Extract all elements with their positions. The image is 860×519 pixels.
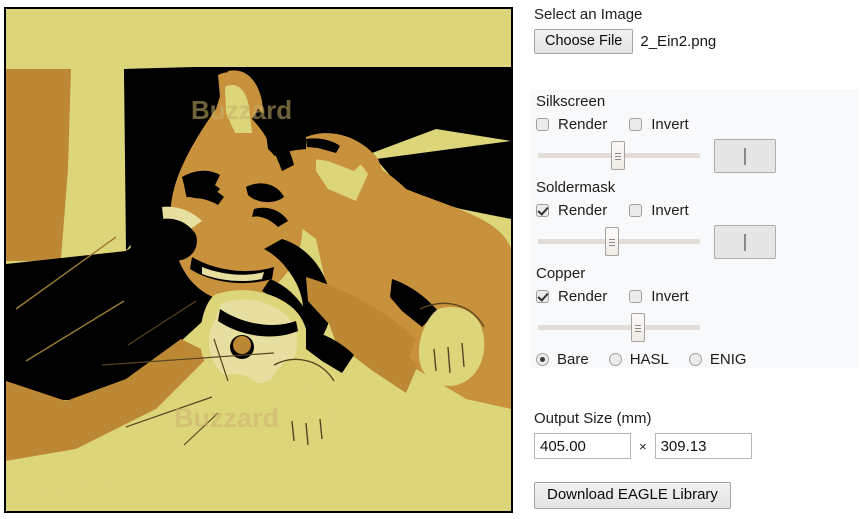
download-eagle-library-button[interactable]: Download EAGLE Library <box>534 482 731 509</box>
size-separator: × <box>639 438 647 454</box>
copper-slider-thumb[interactable] <box>631 313 645 342</box>
output-size-label: Output Size (mm) <box>534 410 652 427</box>
copper-finish-label-enig: ENIG <box>709 351 747 368</box>
silkscreen-render-label: Render <box>558 115 608 133</box>
soldermask-slider-track[interactable] <box>538 239 700 244</box>
selected-file-name: 2_Ein2.png <box>640 33 717 50</box>
silkscreen-color-button[interactable] <box>714 139 776 173</box>
copper-invert-checkbox[interactable] <box>629 289 643 303</box>
soldermask-color-button[interactable] <box>714 225 776 259</box>
layer-block-soldermask: Soldermask Render Invert <box>536 179 852 259</box>
select-image-label: Select an Image <box>534 6 643 23</box>
choose-file-button[interactable]: Choose File <box>534 29 634 54</box>
copper-finish-label-hasl: HASL <box>629 351 669 368</box>
pcb-preview-image[interactable]: Buzzard Buzzard <box>4 7 513 513</box>
preview-watermark-bottom: Buzzard <box>174 403 279 433</box>
silkscreen-color-swatch <box>744 147 746 165</box>
output-size-group: Output Size (mm) × <box>534 410 854 459</box>
copper-finish-radio-hasl[interactable] <box>608 353 622 366</box>
file-chooser-group: Select an Image Choose File 2_Ein2.png <box>534 6 854 54</box>
layer-settings-panel: Silkscreen Render Invert Soldermask Rend… <box>530 89 857 368</box>
output-width-input[interactable] <box>534 433 631 459</box>
copper-invert-label: Invert <box>651 287 689 305</box>
layer-block-silkscreen: Silkscreen Render Invert <box>536 93 852 173</box>
copper-options-row: Render Invert <box>536 286 852 306</box>
copper-finish-group: Bare HASL ENIG <box>536 351 852 368</box>
soldermask-render-checkbox[interactable] <box>536 203 549 217</box>
preview-watermark-top: Buzzard <box>191 95 292 125</box>
pcb-preview-canvas: Buzzard Buzzard <box>6 9 511 511</box>
copper-title: Copper <box>536 265 586 282</box>
file-input-row: Choose File 2_Ein2.png <box>534 29 854 54</box>
silkscreen-invert-checkbox[interactable] <box>629 117 643 131</box>
soldermask-invert-label: Invert <box>651 201 689 219</box>
layer-block-copper: Copper Render Invert Bare HASL ENIG <box>536 265 852 368</box>
copper-finish-radio-bare[interactable] <box>536 353 549 366</box>
copper-render-label: Render <box>558 287 608 305</box>
soldermask-color-swatch <box>744 233 746 251</box>
soldermask-options-row: Render Invert <box>536 200 852 220</box>
soldermask-slider-thumb[interactable] <box>605 227 619 256</box>
app-root: Buzzard Buzzard Select an Image Choose F… <box>0 0 860 519</box>
copper-render-checkbox[interactable] <box>536 289 549 303</box>
soldermask-invert-checkbox[interactable] <box>629 203 643 217</box>
silkscreen-slider-thumb[interactable] <box>611 141 625 170</box>
download-group: Download EAGLE Library <box>534 482 731 509</box>
output-size-row: × <box>534 433 854 459</box>
soldermask-title: Soldermask <box>536 179 616 196</box>
controls-column: Select an Image Choose File 2_Ein2.png S… <box>530 0 860 519</box>
copper-slider-row <box>536 310 852 344</box>
silkscreen-title: Silkscreen <box>536 93 606 110</box>
silkscreen-slider-row <box>536 138 852 173</box>
copper-finish-label-bare: Bare <box>557 351 589 368</box>
soldermask-slider-row <box>536 224 852 259</box>
copper-finish-radio-enig[interactable] <box>688 353 702 366</box>
copper-slider-track[interactable] <box>538 325 700 330</box>
output-height-input[interactable] <box>654 433 752 459</box>
soldermask-render-label: Render <box>558 201 608 219</box>
silkscreen-render-checkbox[interactable] <box>536 117 549 131</box>
silkscreen-invert-label: Invert <box>651 115 689 133</box>
silkscreen-options-row: Render Invert <box>536 114 852 134</box>
